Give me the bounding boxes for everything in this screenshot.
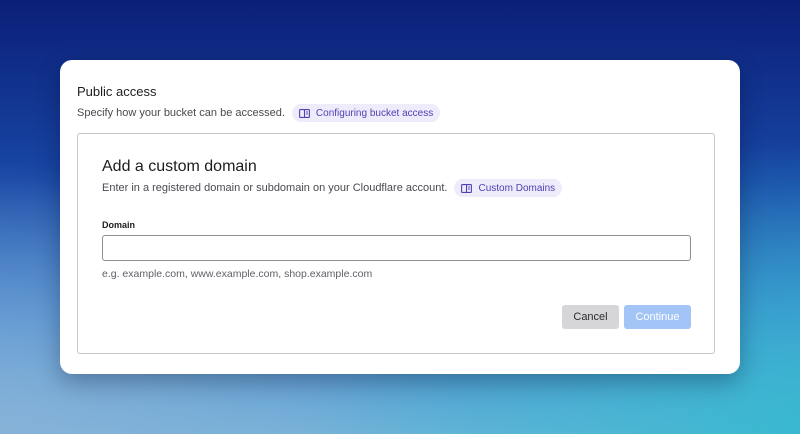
configuring-bucket-access-label: Configuring bucket access: [315, 107, 434, 119]
book-icon: [298, 108, 310, 118]
cancel-button[interactable]: Cancel: [562, 305, 619, 329]
custom-domains-label: Custom Domains: [478, 182, 556, 194]
custom-domain-title: Add a custom domain: [102, 158, 257, 175]
book-icon: [461, 183, 473, 193]
section-description: Specify how your bucket can be accessed.: [77, 107, 285, 119]
custom-domain-description: Enter in a registered domain or subdomai…: [102, 182, 448, 194]
continue-button[interactable]: Continue: [624, 305, 691, 329]
custom-domain-description-row: Enter in a registered domain or subdomai…: [102, 179, 563, 197]
section-title: Public access: [77, 84, 157, 99]
custom-domains-link[interactable]: Custom Domains: [454, 179, 563, 197]
section-description-row: Specify how your bucket can be accessed.…: [77, 104, 441, 122]
domain-label: Domain: [102, 220, 136, 230]
public-access-card: Public access Specify how your bucket ca…: [60, 60, 740, 374]
configuring-bucket-access-link[interactable]: Configuring bucket access: [291, 104, 441, 122]
domain-hint: e.g. example.com, www.example.com, shop.…: [102, 268, 373, 280]
domain-input[interactable]: [102, 235, 691, 261]
custom-domain-panel: Add a custom domain Enter in a registere…: [77, 133, 715, 354]
